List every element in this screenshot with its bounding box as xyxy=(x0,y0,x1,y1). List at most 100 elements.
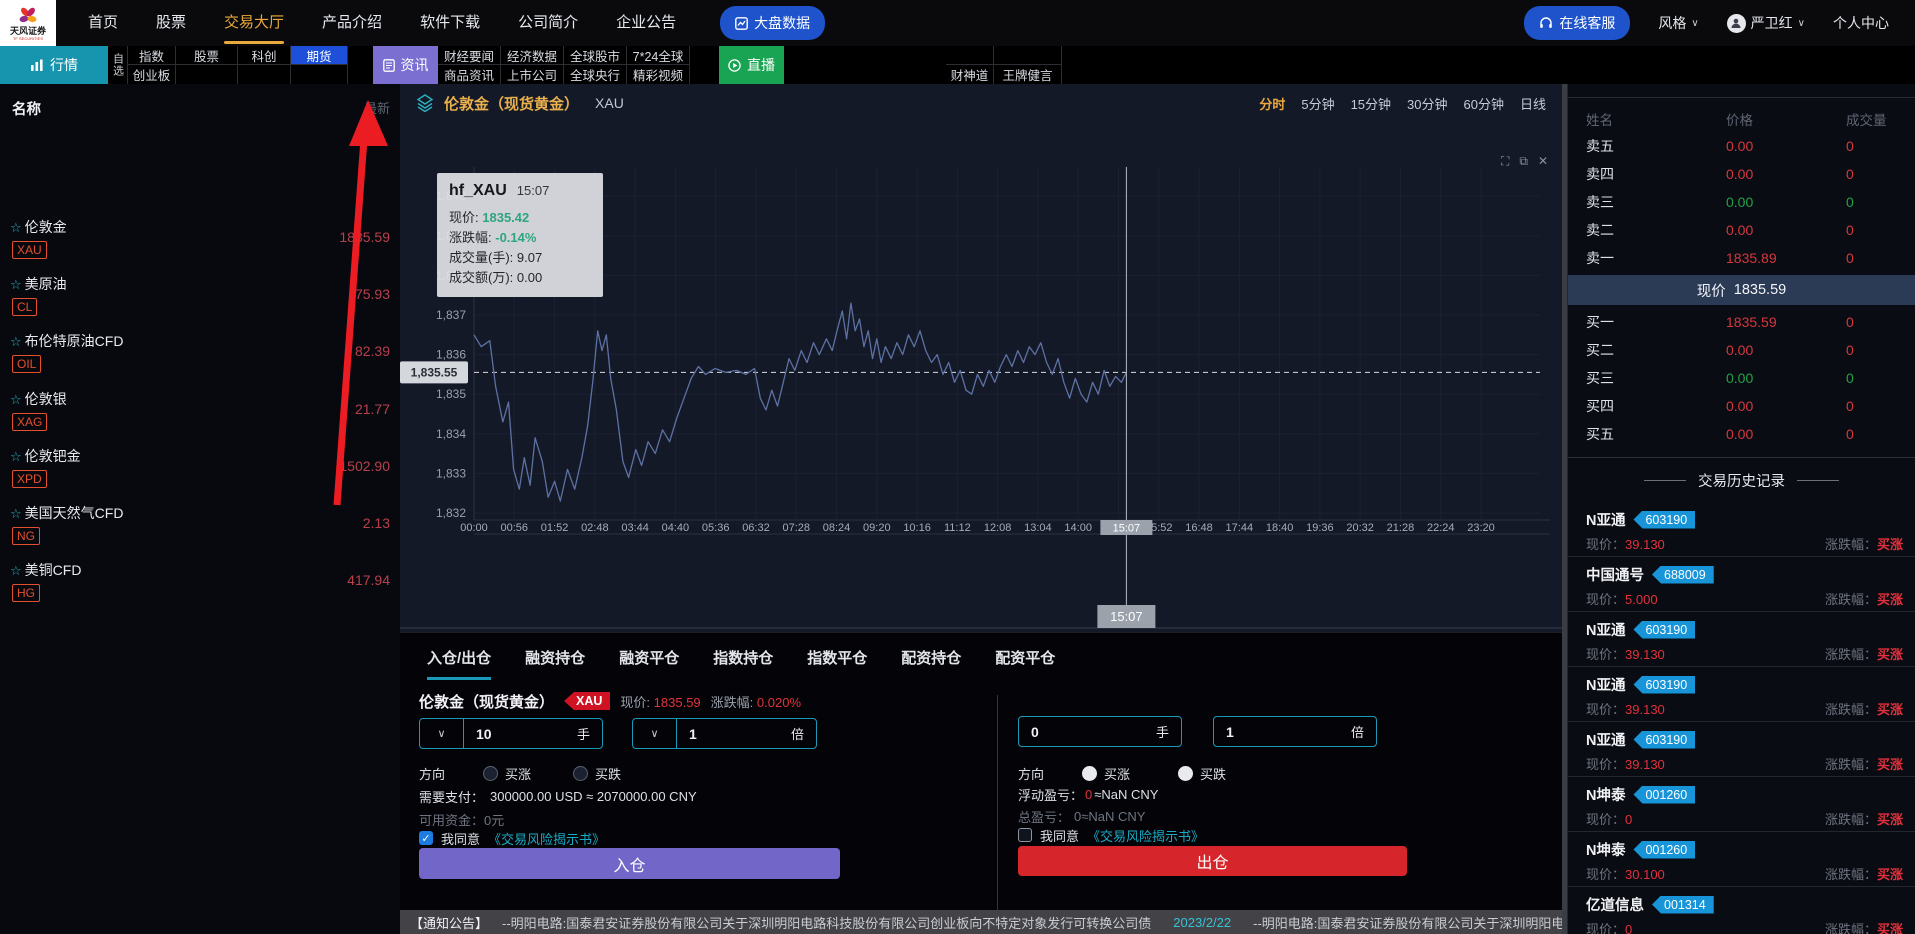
market-data-button[interactable]: 大盘数据 xyxy=(720,6,825,40)
trade-tab-4[interactable]: 指数持仓 xyxy=(713,647,773,680)
close-buy-up-radio[interactable] xyxy=(1082,766,1097,781)
brand-logo[interactable]: 天风证券 TF SECURITIES xyxy=(0,0,56,46)
nav-item-2[interactable]: 股票 xyxy=(156,0,186,46)
order-book-row-卖一[interactable]: 卖一1835.890 xyxy=(1568,244,1915,272)
timeframe-5[interactable]: 60分钟 xyxy=(1464,94,1504,113)
news-cell-7*24全球[interactable]: 7*24全球 xyxy=(627,46,690,65)
chart-restore-icon[interactable]: ⧉ xyxy=(1519,154,1528,168)
news-cell-商品资讯[interactable]: 商品资讯 xyxy=(438,65,501,84)
star-icon[interactable]: ☆ xyxy=(10,449,22,464)
nav-item-5[interactable]: 软件下载 xyxy=(420,0,480,46)
tab-news[interactable]: 资讯 xyxy=(373,46,438,84)
market-cell-科创[interactable]: 科创 xyxy=(238,46,291,65)
leverage-dropdown-icon[interactable]: ∨ xyxy=(633,719,677,748)
risk-agreement-link[interactable]: 《交易风险揭示书》 xyxy=(1087,826,1204,845)
watchlist-item-NG[interactable]: ☆美国天然气CFDNG2.13 xyxy=(0,498,400,555)
order-book-row-买五[interactable]: 买五0.000 xyxy=(1568,420,1915,448)
nav-item-3[interactable]: 交易大厅 xyxy=(224,0,284,46)
star-icon[interactable]: ☆ xyxy=(10,277,22,292)
open-qty-input[interactable]: ∨ 10 手 xyxy=(419,718,603,749)
trade-tab-6[interactable]: 配资持仓 xyxy=(901,647,961,680)
watchlist-item-OIL[interactable]: ☆布伦特原油CFDOIL82.39 xyxy=(0,326,400,383)
market-cell-股票[interactable]: 股票 xyxy=(176,46,238,65)
chart-canvas[interactable]: 1,8401,8391,8381,8371,8361,8351,8341,833… xyxy=(400,122,1562,632)
tab-watchlist[interactable]: 自选 xyxy=(108,46,128,84)
star-icon[interactable]: ☆ xyxy=(10,220,22,235)
nav-item-7[interactable]: 企业公告 xyxy=(616,0,676,46)
nav-item-1[interactable]: 首页 xyxy=(88,0,118,46)
history-entry-5[interactable]: N亚通603190现价：39.130涨跌幅：买涨 xyxy=(1568,722,1915,777)
watchlist-item-XAG[interactable]: ☆伦敦银XAG21.77 xyxy=(0,384,400,441)
order-book-row-买四[interactable]: 买四0.000 xyxy=(1568,392,1915,420)
market-cell-指数[interactable]: 指数 xyxy=(128,46,176,65)
nav-item-6[interactable]: 公司简介 xyxy=(518,0,578,46)
chart-close-icon[interactable]: ✕ xyxy=(1538,154,1548,168)
market-cell-期货[interactable]: 期货 xyxy=(291,46,348,65)
order-book-row-买一[interactable]: 买一1835.590 xyxy=(1568,308,1915,336)
open-leverage-input[interactable]: ∨ 1 倍 xyxy=(632,718,817,749)
history-entry-8[interactable]: 亿道信息001314现价：0涨跌幅：买涨 xyxy=(1568,887,1915,934)
timeframe-2[interactable]: 5分钟 xyxy=(1301,94,1334,113)
order-book-row-买二[interactable]: 买二0.000 xyxy=(1568,336,1915,364)
news-cell-精彩视频[interactable]: 精彩视频 xyxy=(627,65,690,84)
risk-agreement-link[interactable]: 《交易风险揭示书》 xyxy=(488,829,605,848)
watchlist-item-CL[interactable]: ☆美原油CL75.93 xyxy=(0,269,400,326)
chart-tooltip: hf_XAU 15:07 现价: 1835.42 涨跌幅: -0.14% 成交量… xyxy=(437,173,603,297)
star-icon[interactable]: ☆ xyxy=(10,334,22,349)
open-buy-up-radio[interactable] xyxy=(483,766,498,781)
watchlist-item-XAU[interactable]: ☆伦敦金XAU1835.59 xyxy=(0,212,400,269)
news-cell-财经要闻[interactable]: 财经要闻 xyxy=(438,46,501,65)
trade-tab-3[interactable]: 融资平仓 xyxy=(619,647,679,680)
style-dropdown[interactable]: 风格 ∨ xyxy=(1658,13,1698,33)
timeframe-6[interactable]: 日线 xyxy=(1520,94,1546,113)
history-entry-7[interactable]: N坤泰001260现价：30.100涨跌幅：买涨 xyxy=(1568,832,1915,887)
watchlist-item-HG[interactable]: ☆美铜CFDHG417.94 xyxy=(0,555,400,612)
close-qty-input[interactable]: 0 手 xyxy=(1018,716,1182,747)
timeframe-3[interactable]: 15分钟 xyxy=(1351,94,1391,113)
order-book-row-买三[interactable]: 买三0.000 xyxy=(1568,364,1915,392)
news-cell-全球股市[interactable]: 全球股市 xyxy=(564,46,627,65)
history-entry-2[interactable]: 中国通号688009现价：5.000涨跌幅：买涨 xyxy=(1568,557,1915,612)
trade-tab-7[interactable]: 配资平仓 xyxy=(995,647,1055,680)
timeframe-4[interactable]: 30分钟 xyxy=(1407,94,1447,113)
open-agree-checkbox[interactable]: ✓ xyxy=(419,831,433,845)
history-entry-1[interactable]: N亚通603190现价：39.130涨跌幅：买涨 xyxy=(1568,502,1915,557)
close-agree-checkbox[interactable] xyxy=(1018,828,1032,842)
open-position-button[interactable]: 入仓 xyxy=(419,848,840,879)
star-icon[interactable]: ☆ xyxy=(10,392,22,407)
order-book-row-卖三[interactable]: 卖三0.000 xyxy=(1568,188,1915,216)
qty-dropdown-icon[interactable]: ∨ xyxy=(420,719,464,748)
close-buy-down-radio[interactable] xyxy=(1178,766,1193,781)
tab-quotes[interactable]: 行情 xyxy=(0,46,108,84)
marquee-prefix: 【通知公告】 xyxy=(410,913,488,932)
tab-live[interactable]: 直播 xyxy=(719,46,784,84)
news-cell-经济数据[interactable]: 经济数据 xyxy=(501,46,564,65)
order-book-row-卖四[interactable]: 卖四0.000 xyxy=(1568,160,1915,188)
chart-zoom-icon[interactable]: ⛶ xyxy=(1501,154,1509,168)
order-book-row-卖二[interactable]: 卖二0.000 xyxy=(1568,216,1915,244)
star-icon[interactable]: ☆ xyxy=(10,506,22,521)
close-leverage-input[interactable]: 1 倍 xyxy=(1213,716,1377,747)
extra-cell-王牌健言[interactable]: 王牌健言 xyxy=(994,65,1062,84)
history-entry-6[interactable]: N坤泰001260现价：0涨跌幅：买涨 xyxy=(1568,777,1915,832)
announcement-marquee[interactable]: 【通知公告】 --明阳电路:国泰君安证券股份有限公司关于深圳明阳电路科技股份有限… xyxy=(400,910,1562,934)
order-book-row-卖五[interactable]: 卖五0.000 xyxy=(1568,132,1915,160)
close-position-button[interactable]: 出仓 xyxy=(1018,846,1407,876)
history-entry-4[interactable]: N亚通603190现价：39.130涨跌幅：买涨 xyxy=(1568,667,1915,722)
personal-center-link[interactable]: 个人中心 xyxy=(1833,13,1889,33)
user-menu[interactable]: 严卫红 ∨ xyxy=(1727,13,1805,33)
watchlist-item-XPD[interactable]: ☆伦敦钯金XPD1502.90 xyxy=(0,441,400,498)
trade-tab-1[interactable]: 入仓/出仓 xyxy=(427,647,491,680)
online-service-button[interactable]: 在线客服 xyxy=(1524,6,1630,40)
timeframe-1[interactable]: 分时 xyxy=(1259,94,1285,113)
news-cell-全球央行[interactable]: 全球央行 xyxy=(564,65,627,84)
nav-item-4[interactable]: 产品介绍 xyxy=(322,0,382,46)
history-entry-3[interactable]: N亚通603190现价：39.130涨跌幅：买涨 xyxy=(1568,612,1915,667)
trade-tab-5[interactable]: 指数平仓 xyxy=(807,647,867,680)
star-icon[interactable]: ☆ xyxy=(10,563,22,578)
news-cell-上市公司[interactable]: 上市公司 xyxy=(501,65,564,84)
extra-cell-财神道[interactable]: 财神道 xyxy=(946,65,994,84)
market-cell-创业板[interactable]: 创业板 xyxy=(128,65,176,84)
open-buy-down-radio[interactable] xyxy=(573,766,588,781)
trade-tab-2[interactable]: 融资持仓 xyxy=(525,647,585,680)
